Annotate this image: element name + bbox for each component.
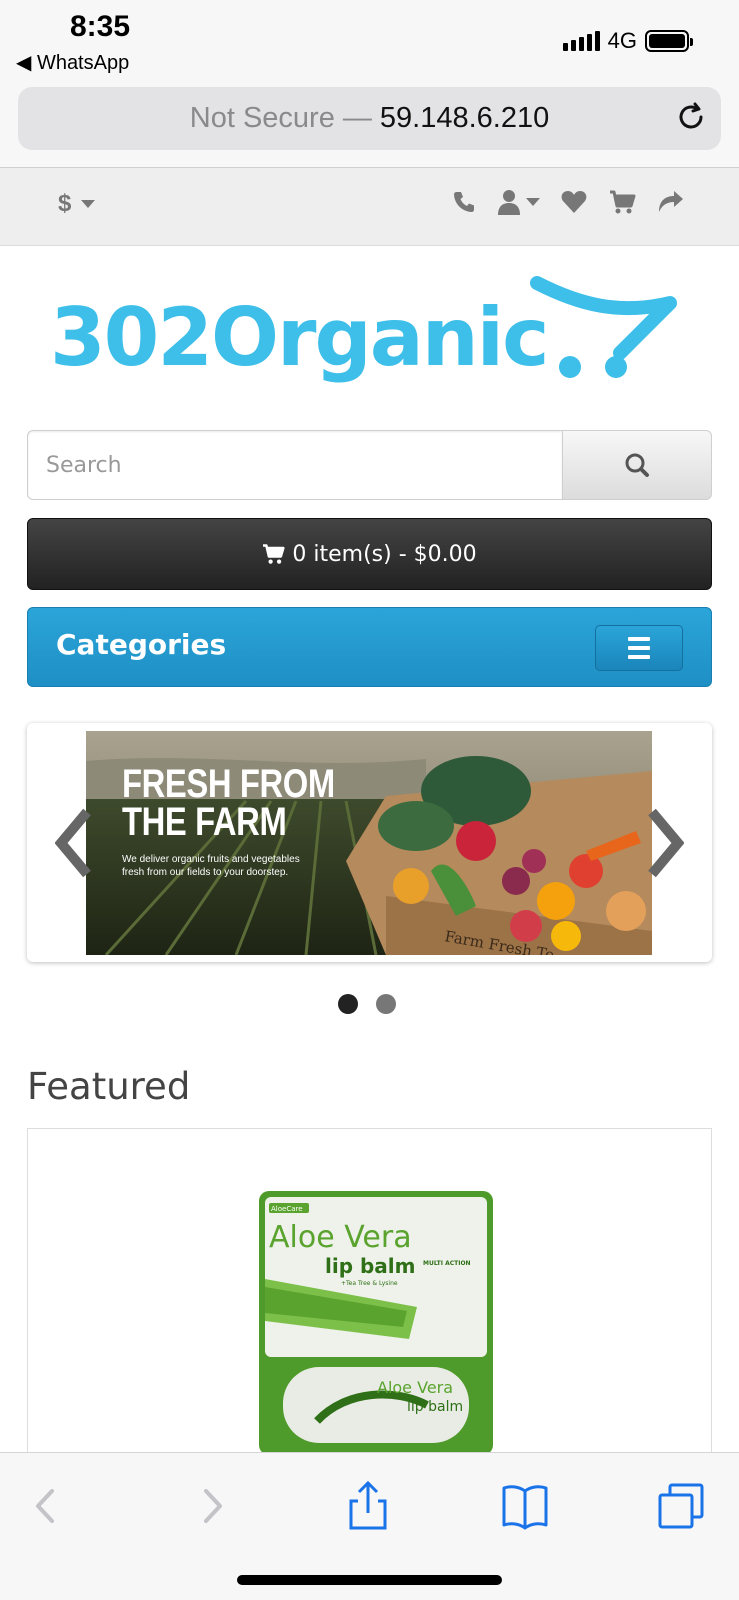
featured-heading: Featured: [27, 1065, 191, 1108]
user-icon: [498, 190, 520, 215]
product-card[interactable]: AloeCare Aloe Vera lip balm +Tea Tree & …: [27, 1128, 712, 1458]
chevron-right-icon[interactable]: [644, 808, 684, 878]
product-brand: AloeCare: [271, 1205, 303, 1213]
pagination-dot-active[interactable]: [338, 994, 358, 1014]
banner-headline-2: THE FARM: [122, 800, 287, 844]
product-name-2: lip balm: [325, 1254, 416, 1278]
categories-menu: Categories: [27, 607, 712, 687]
reload-icon[interactable]: [675, 101, 707, 133]
cart-summary: 0 item(s) - $0.00: [292, 541, 477, 567]
url-host: 59.148.6.210: [379, 102, 550, 134]
signal-icon: [562, 31, 600, 51]
product-image[interactable]: AloeCare Aloe Vera lip balm +Tea Tree & …: [257, 1189, 495, 1457]
svg-text:Aloe Vera: Aloe Vera: [377, 1378, 453, 1397]
network-type: 4G: [607, 28, 637, 53]
browser-top-chrome: 8:35 ◀ WhatsApp 4G Not Secure — 59.148.6…: [0, 0, 739, 168]
home-indicator[interactable]: [237, 1575, 502, 1585]
logo-text: 302Organic: [50, 291, 548, 384]
categories-label: Categories: [56, 628, 227, 661]
logo-cart-icon: [530, 276, 677, 360]
nav-icon-group: [450, 188, 684, 216]
svg-text:lip balm: lip balm: [407, 1399, 463, 1415]
chevron-down-icon: [81, 200, 96, 208]
status-time: 8:35: [70, 10, 131, 43]
hamburger-icon: [628, 637, 650, 641]
banner-headline-1: FRESH FROM: [122, 762, 335, 806]
address-bar[interactable]: Not Secure — 59.148.6.210: [18, 87, 721, 150]
tabs-icon[interactable]: [656, 1481, 706, 1531]
chevron-left-icon[interactable]: [55, 808, 95, 878]
heart-icon[interactable]: [560, 188, 588, 216]
forward-arrow-icon[interactable]: [186, 1481, 236, 1531]
bookmarks-icon[interactable]: [500, 1481, 550, 1531]
logo-wheel: [559, 356, 581, 378]
banner-copy: FRESH FROM THE FARM We deliver organic f…: [122, 762, 381, 879]
store-top-nav: $: [0, 168, 739, 246]
slideshow: Farm Fresh To FRESH FROM THE FARM We del…: [27, 723, 712, 962]
back-arrow-icon[interactable]: [22, 1481, 72, 1531]
currency-symbol: $: [58, 190, 72, 217]
search-input[interactable]: [27, 430, 562, 500]
search-icon: [625, 453, 649, 477]
product-name-1: Aloe Vera: [269, 1220, 412, 1255]
chevron-down-icon: [526, 198, 540, 206]
share-icon[interactable]: [656, 188, 684, 216]
banner-subtext: We deliver organic fruits and vegetables…: [122, 854, 300, 878]
cart-icon[interactable]: [608, 188, 636, 216]
product-name-3: +Tea Tree & Lysine: [341, 1280, 398, 1287]
phone-icon[interactable]: [450, 188, 478, 216]
slide-banner[interactable]: Farm Fresh To FRESH FROM THE FARM We del…: [86, 731, 652, 955]
pagination-dot[interactable]: [376, 994, 396, 1014]
slideshow-pagination: [338, 994, 396, 1014]
back-to-app-link[interactable]: ◀ WhatsApp: [16, 50, 129, 75]
account-dropdown[interactable]: [498, 188, 540, 216]
store-logo[interactable]: 302Organic: [50, 275, 690, 395]
cart-icon: [263, 544, 285, 564]
logo-wheel: [605, 356, 627, 378]
status-indicators: 4G: [562, 28, 693, 54]
currency-dropdown[interactable]: $: [58, 190, 96, 218]
menu-toggle-button[interactable]: [595, 625, 683, 671]
search-bar: [27, 430, 712, 500]
cart-button[interactable]: 0 item(s) - $0.00: [27, 518, 712, 590]
product-badge: MULTI ACTION: [423, 1260, 471, 1267]
battery-icon: [645, 30, 693, 52]
share-icon[interactable]: [343, 1481, 393, 1531]
search-button[interactable]: [562, 430, 712, 500]
security-label: Not Secure —: [189, 102, 372, 134]
